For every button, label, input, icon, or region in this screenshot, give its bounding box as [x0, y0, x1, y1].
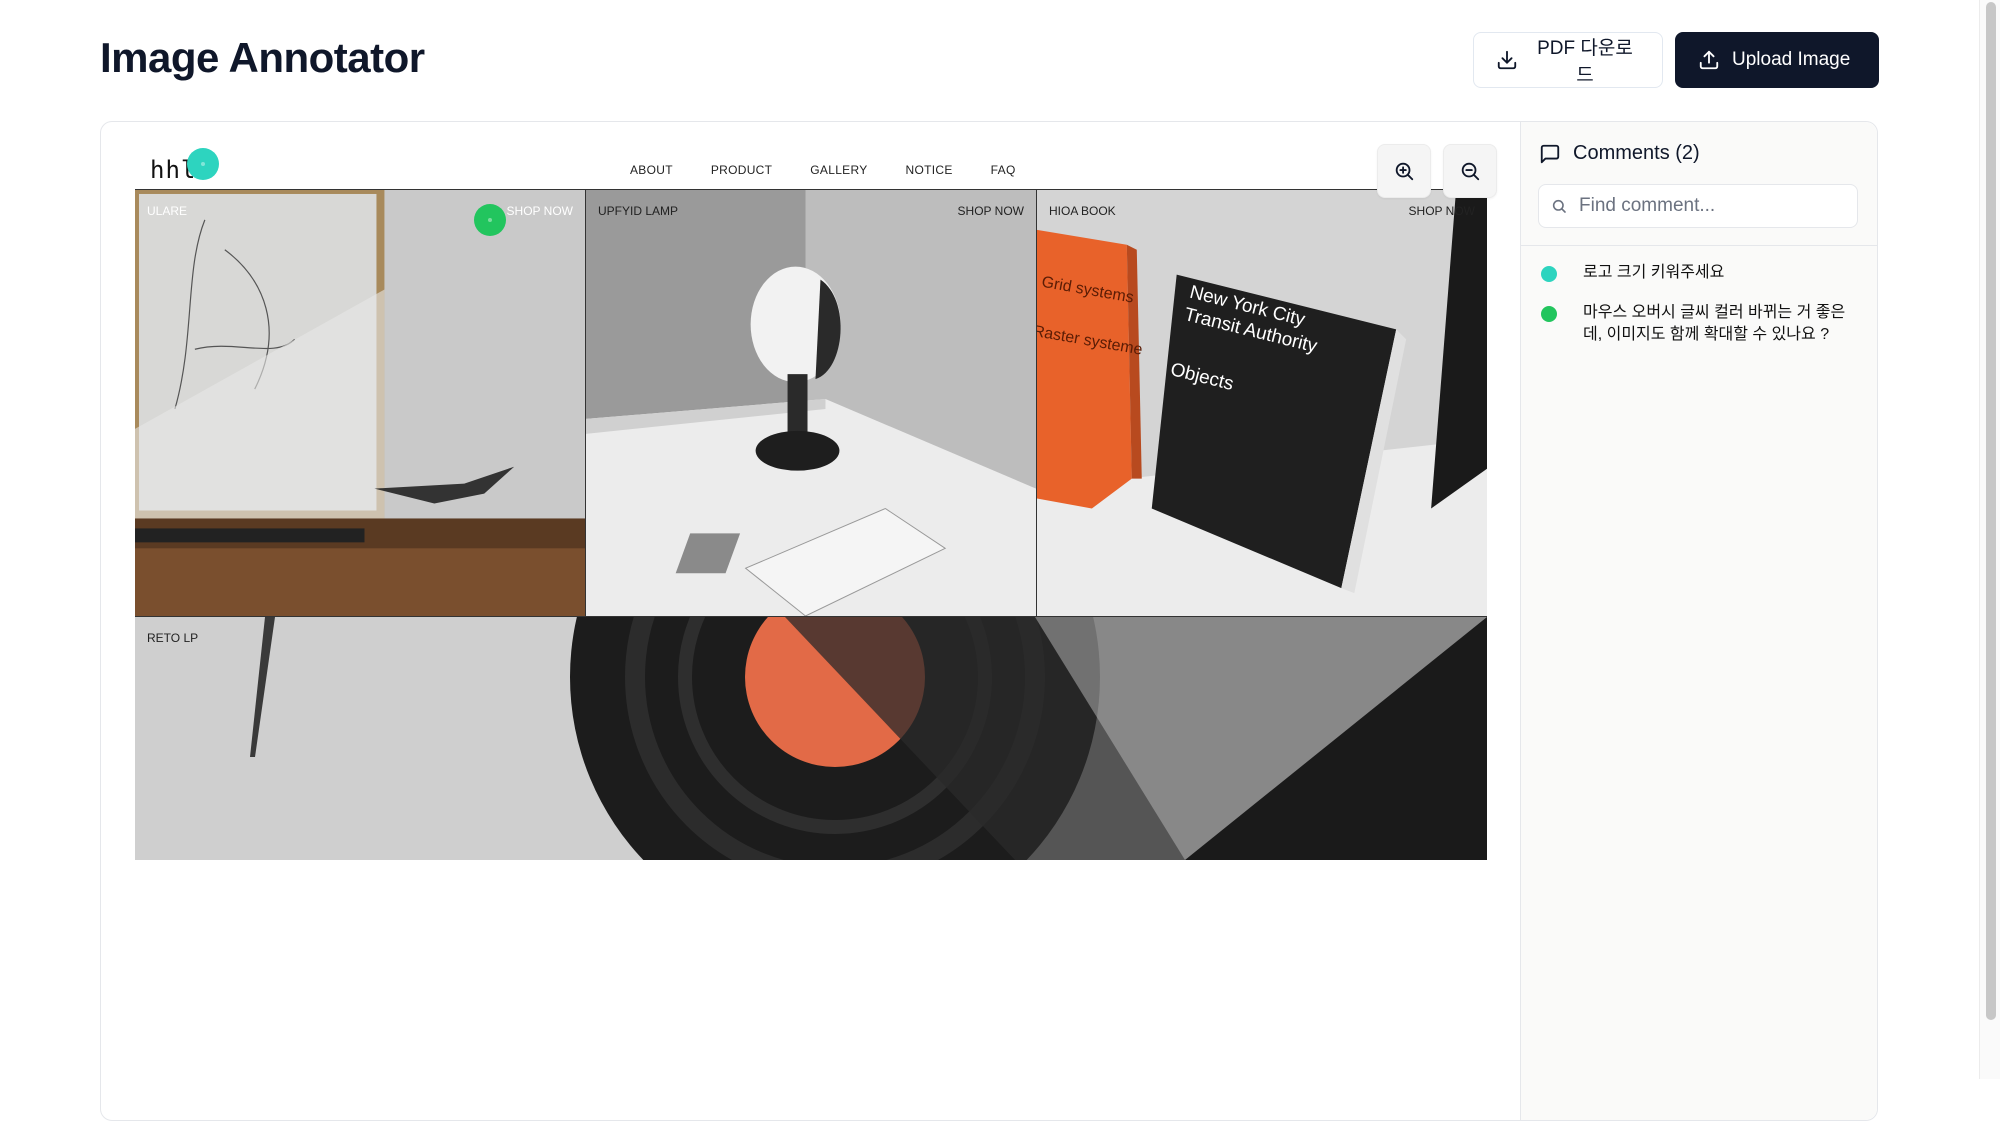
site-nav-item: FAQ: [990, 163, 1016, 177]
site-nav-item: GALLERY: [810, 163, 868, 177]
art-print-photo: [135, 190, 585, 616]
tile-label: UPFYID LAMP: [598, 204, 679, 218]
comments-panel: Comments (2) 로고 크기 키워주세요 마우스 오버시 글씨 컬러 바…: [1520, 122, 1877, 1120]
vinyl-banner: RETO LP: [135, 617, 1487, 860]
comment-item[interactable]: 마우스 오버시 글씨 컬러 바뀌는 거 좋은데, 이미지도 함께 확대할 수 있…: [1521, 302, 1877, 346]
page-title: Image Annotator: [100, 34, 425, 81]
books-photo: New York City Transit Authority Objects …: [1037, 190, 1487, 616]
comment-text: 마우스 오버시 글씨 컬러 바뀌는 거 좋은데, 이미지도 함께 확대할 수 있…: [1583, 304, 1846, 343]
annotated-image[interactable]: hhl ABOUT PRODUCT GALLERY NOTICE FAQ ULA…: [135, 144, 1487, 884]
product-tile-lamp: UPFYID LAMP SHOP NOW: [585, 190, 1036, 616]
comments-title-text: Comments (2): [1573, 142, 1700, 164]
comment-item[interactable]: 로고 크기 키워주세요: [1521, 262, 1877, 284]
annotation-marker[interactable]: [474, 204, 506, 236]
upload-image-label: Upload Image: [1732, 49, 1851, 70]
message-square-icon: [1540, 144, 1560, 163]
zoom-out-button[interactable]: [1443, 144, 1497, 198]
banner-label: RETO LP: [147, 631, 199, 645]
search-icon: [1552, 199, 1566, 213]
zoom-controls: [1377, 144, 1497, 198]
shop-now-link[interactable]: SHOP NOW: [1409, 204, 1475, 218]
annotator-card: hhl ABOUT PRODUCT GALLERY NOTICE FAQ ULA…: [100, 121, 1878, 1121]
download-icon: [1497, 50, 1517, 70]
product-tile-ulare: ULARE SHOP NOW: [135, 190, 585, 616]
upload-icon: [1699, 50, 1719, 70]
vinyl-record-photo: [135, 617, 1487, 860]
zoom-out-icon: [1461, 162, 1480, 181]
tile-label: HIOA BOOK: [1049, 204, 1116, 218]
tile-label: ULARE: [147, 204, 188, 218]
product-grid: ULARE SHOP NOW UPFYID LAMP SHOP NOW New …: [135, 189, 1487, 617]
comments-title: Comments (2): [1539, 142, 1700, 165]
comment-search: [1538, 184, 1858, 228]
comment-color-dot: [1541, 266, 1557, 282]
zoom-in-icon: [1395, 162, 1414, 181]
comment-list: 로고 크기 키워주세요 마우스 오버시 글씨 컬러 바뀌는 거 좋은데, 이미지…: [1521, 262, 1877, 364]
upload-image-button[interactable]: Upload Image: [1675, 32, 1879, 88]
annotation-marker[interactable]: [187, 148, 219, 180]
site-nav-item: PRODUCT: [710, 163, 773, 177]
scrollbar-thumb[interactable]: [1986, 2, 1996, 1020]
shop-now-link[interactable]: SHOP NOW: [958, 204, 1024, 218]
site-nav-item: NOTICE: [905, 163, 953, 177]
comment-search-input[interactable]: [1577, 194, 1841, 218]
comments-header: Comments (2): [1521, 122, 1877, 246]
image-canvas[interactable]: hhl ABOUT PRODUCT GALLERY NOTICE FAQ ULA…: [101, 122, 1521, 1122]
shop-now-link[interactable]: SHOP NOW: [507, 204, 573, 218]
comment-color-dot: [1541, 306, 1557, 322]
zoom-in-button[interactable]: [1377, 144, 1431, 198]
pdf-download-button[interactable]: PDF 다운로드: [1473, 32, 1663, 88]
pdf-download-label: PDF 다운로드: [1537, 38, 1633, 86]
site-nav: ABOUT PRODUCT GALLERY NOTICE FAQ: [630, 163, 1016, 177]
product-tile-book: New York City Transit Authority Objects …: [1036, 190, 1487, 616]
page-scrollbar[interactable]: [1979, 0, 2000, 1079]
site-nav-item: ABOUT: [630, 163, 673, 177]
top-actions: PDF 다운로드 Upload Image: [1473, 32, 1879, 88]
lamp-photo: [586, 190, 1036, 616]
comment-text: 로고 크기 키워주세요: [1583, 264, 1725, 281]
